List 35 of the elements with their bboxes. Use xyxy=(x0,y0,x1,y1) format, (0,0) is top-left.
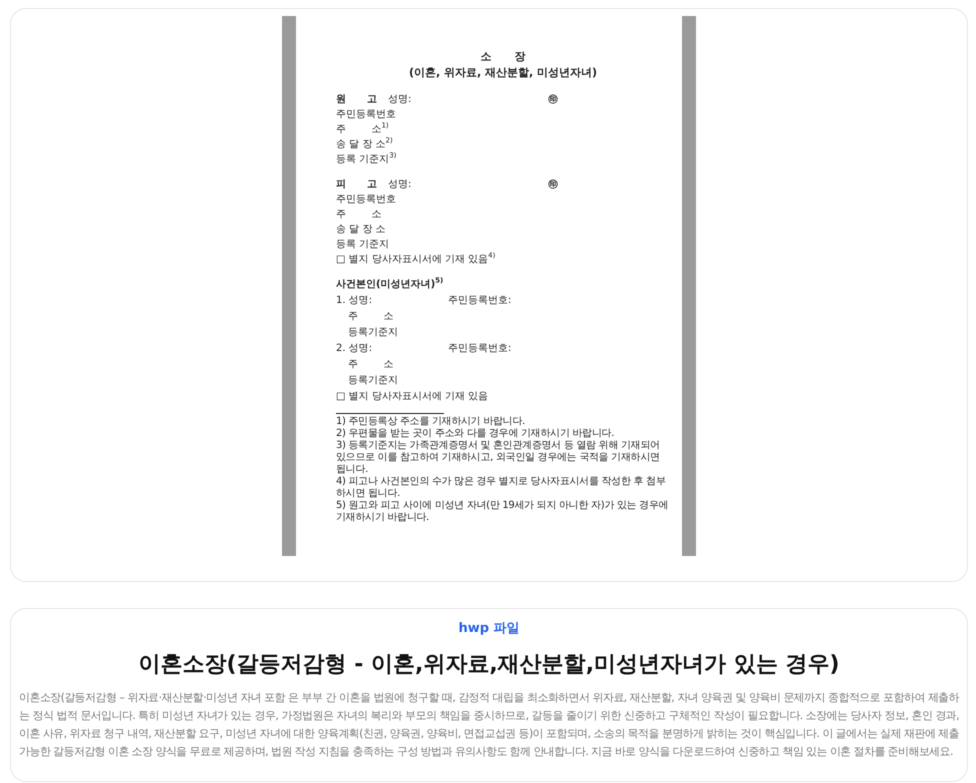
document-title: 소 장 xyxy=(480,50,526,63)
field-label: 주 소 xyxy=(336,208,382,221)
field-label: 송 달 장 소 xyxy=(336,223,387,236)
field-label: 주 소 xyxy=(347,358,394,371)
field-label: 송 달 장 소$^{2)}$ xyxy=(336,138,394,151)
party-role: 피 고 xyxy=(336,178,378,191)
field-label: 등록 기준지 xyxy=(336,238,390,251)
footnote: 2) 우편물을 받는 곳이 주소와 다를 경우에 기재하시기 바랍니다. xyxy=(336,428,616,440)
field-label: 등록기준지 xyxy=(347,326,399,339)
note-text: □ 별지 당사자표시서에 기재 있음$^{4)}$ xyxy=(336,253,496,266)
seal-mark: ㊞ xyxy=(548,93,558,106)
field-label: 주민등록번호 xyxy=(336,193,397,206)
field-label: 주 소$^{1)}$ xyxy=(336,123,390,136)
seal-mark: ㊞ xyxy=(548,178,558,191)
footnote: 4) 피고나 사건본인의 수가 많은 경우 별지로 당사자표시서를 작성한 후 첨부하시면 됩니다. xyxy=(336,476,666,500)
name-label: 1. 성명: xyxy=(336,294,374,307)
note-text: □ 별지 당사자표시서에 기재 있음 xyxy=(336,390,490,403)
field-label: 주 소 xyxy=(347,310,394,323)
description: 이혼소장(갈등저감형 – 위자료·재산분할·미성년 자녀 포함 은 부부 간 이혼을 법원에 청구할 때, 감정적 대립을 최소화하면서 위자료, 재산분할, 자녀 양육권 및 양육비 문제까지 종합적으로 포함하여 제출하는 정식 법적 문서입니다. 특히 미성년 자녀가 있는 경우, 가정법원은 자녀의 복리와 부모의 책임을 중시하므로, 갈등을 줄이기 위한 신중하고 구체적인 작성이 필요합니다. 소장에는 당사자 정보, 혼인 경과, 이혼 사유, 위자료 청구 내역, 재산분할 요구, 미성년 자녀에 대한 양육계획(친권, 양육권, 양육비, 면접교섭권 등)이 포함되며, 소송의 목적을 분명하게 밝히는 것이 핵심입니다. 이 글에서는 실제 재판에 제출 가능한 갈등저감형 이혼 소장 양식을 무료로 제공하며, 법원 작성 지침을 충족하는 구성 방법과 유의사항도 함께 안내합니다. 지금 바로 양식을 다운로드하여 신중하고 책임 있는 이혼 절차를 준비해보세요. xyxy=(19,690,959,760)
file-type-label: hwp 파일 xyxy=(457,620,521,637)
id-label: 주민등록번호: xyxy=(448,342,512,355)
name-label: 성명: xyxy=(388,93,412,106)
field-label: 등록기준지 xyxy=(347,374,399,387)
footnote: 5) 원고와 피고 사이에 미성년 자녀(만 19세가 되지 아니한 자)가 있는 경우에 기재하시기 바랍니다. xyxy=(336,500,670,524)
id-label: 주민등록번호: xyxy=(448,294,512,307)
post-title: 이혼소장(갈등저감형 - 이혼,위자료,재산분할,미성년자녀가 있는 경우) xyxy=(138,651,840,679)
document-subtitle: (이혼, 위자료, 재산분할, 미성년자녀) xyxy=(408,66,598,79)
name-label: 성명: xyxy=(388,178,412,191)
field-label: 주민등록번호 xyxy=(336,108,397,121)
section-heading: 사건본인(미성년자녀)$^{5)}$ xyxy=(336,278,444,291)
party-role: 원 고 xyxy=(336,93,378,106)
footnote: 3) 등록기준지는 가족관계증명서 및 혼인관계증명서 등 열람 위해 기재되어 있으므로 이를 참고하여 기재하시고, 외국인일 경우에는 국적을 기재하시면 됩니다. xyxy=(336,440,661,476)
field-label: 등록 기준지$^{3)}$ xyxy=(336,153,398,166)
footnote: 1) 주민등록상 주소를 기재하시기 바랍니다. xyxy=(336,416,526,428)
name-label: 2. 성명: xyxy=(336,342,374,355)
